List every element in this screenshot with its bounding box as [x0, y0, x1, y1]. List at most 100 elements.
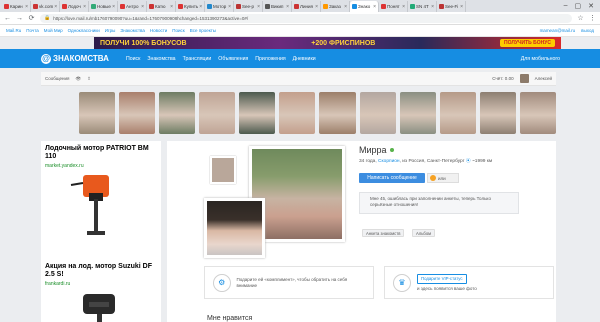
- close-icon[interactable]: ✕: [588, 2, 594, 10]
- nav-item[interactable]: Поиск: [126, 56, 140, 62]
- avatar[interactable]: [519, 74, 529, 83]
- tab-close-icon[interactable]: ×: [286, 4, 289, 10]
- messages-link[interactable]: Сообщения: [45, 76, 69, 81]
- browser-tab[interactable]: Знако ×: [350, 1, 379, 12]
- reload-icon[interactable]: ⟳: [28, 14, 35, 22]
- tab-close-icon[interactable]: ×: [402, 4, 405, 10]
- browser-tab[interactable]: See-p ×: [234, 1, 263, 12]
- tab-close-icon[interactable]: ×: [112, 4, 115, 10]
- forward-icon[interactable]: →: [16, 15, 23, 22]
- compliment-promo[interactable]: ⚙ Подарите ей «комплимент», чтобы обрати…: [204, 266, 374, 299]
- portal-link[interactable]: Все проекты: [190, 28, 216, 33]
- tab-close-icon[interactable]: ×: [25, 4, 28, 10]
- tab-close-icon[interactable]: ×: [83, 4, 86, 10]
- browser-tab[interactable]: Лодоч ×: [60, 1, 89, 12]
- browser-tab[interactable]: Катю ×: [147, 1, 176, 12]
- user-photo-thumbnail[interactable]: [279, 92, 316, 134]
- ad-title[interactable]: Лодочный мотор PATRIOT BM 110: [41, 141, 161, 161]
- portal-link[interactable]: Новости: [150, 28, 167, 33]
- maximize-icon[interactable]: ▢: [575, 2, 582, 10]
- tab-close-icon[interactable]: ×: [431, 4, 434, 10]
- tab-dating-profile[interactable]: Анкета знакомств: [362, 229, 405, 237]
- user-photo-thumbnail[interactable]: [399, 92, 436, 134]
- tab-close-icon[interactable]: ×: [373, 4, 376, 10]
- smile-button[interactable]: или: [427, 173, 459, 183]
- portal-link[interactable]: Поиск: [172, 28, 184, 33]
- nav-item[interactable]: Знакомства: [147, 56, 175, 62]
- vip-promo[interactable]: ♛ Подарите VIP-статус и здесь появится ва…: [384, 266, 554, 299]
- user-photo-thumbnail[interactable]: [359, 92, 396, 134]
- browser-tab[interactable]: Линия ×: [292, 1, 321, 12]
- user-photo-thumbnail[interactable]: [479, 92, 516, 134]
- window-controls[interactable]: – ▢ ✕: [558, 2, 600, 10]
- profile-secondary-photo[interactable]: [204, 198, 265, 258]
- back-icon[interactable]: ←: [4, 15, 11, 22]
- logout-link[interactable]: выход: [581, 28, 594, 33]
- user-photo-thumbnail[interactable]: [519, 92, 556, 134]
- minimize-icon[interactable]: –: [564, 2, 568, 10]
- balance-text[interactable]: Счёт: 0.00: [492, 76, 513, 81]
- user-photo-thumbnail[interactable]: [319, 92, 356, 134]
- portal-link[interactable]: Игры: [105, 28, 116, 33]
- mobile-link[interactable]: Для мобильного: [521, 56, 560, 62]
- suzuki-motor-image[interactable]: [71, 292, 131, 322]
- tab-album[interactable]: Альбом: [412, 229, 436, 237]
- ad-block[interactable]: Акция на лод. мотор Suzuki DF 2.5 S! fra…: [41, 259, 161, 322]
- nav-item[interactable]: Приложения: [255, 56, 285, 62]
- browser-tab[interactable]: vk.com ×: [31, 1, 60, 12]
- banner-button[interactable]: ПОЛУЧИТЬ БОНУС: [500, 39, 555, 47]
- vip-button[interactable]: Подарите VIP-статус: [417, 273, 467, 284]
- user-photo-thumbnail[interactable]: [199, 92, 236, 134]
- browser-tab[interactable]: Купить ×: [176, 1, 205, 12]
- tab-close-icon[interactable]: ×: [344, 4, 347, 10]
- url-field[interactable]: 🔒 https://love.mail.ru/mb1760790090?uu=1&…: [40, 13, 572, 23]
- user-photo-thumbnail[interactable]: [79, 92, 116, 134]
- favicon-icon: [410, 4, 415, 9]
- tab-close-icon[interactable]: ×: [199, 4, 202, 10]
- portal-link[interactable]: Mail.Ru: [6, 28, 21, 33]
- portal-link[interactable]: Одноклассники: [68, 28, 100, 33]
- ad-url[interactable]: market.yandex.ru: [41, 161, 161, 171]
- nav-item[interactable]: Дневники: [293, 56, 316, 62]
- menu-icon[interactable]: ⋮: [589, 14, 596, 22]
- browser-tab[interactable]: See-Fi ×: [437, 1, 466, 12]
- browser-tab[interactable]: Карин ×: [2, 1, 31, 12]
- user-photo-thumbnail[interactable]: [119, 92, 156, 134]
- browser-tab[interactable]: SN 4Т ×: [408, 1, 437, 12]
- user-photo-thumbnail[interactable]: [239, 92, 276, 134]
- tab-close-icon[interactable]: ×: [257, 4, 260, 10]
- user-photo-thumbnail[interactable]: [439, 92, 476, 134]
- ad-block[interactable]: Лодочный мотор PATRIOT BM 110 market.yan…: [41, 141, 161, 245]
- tab-close-icon[interactable]: ×: [141, 4, 144, 10]
- star-icon[interactable]: ☆: [577, 14, 584, 22]
- browser-tab[interactable]: Викип ×: [263, 1, 292, 12]
- user-photo-thumbnail[interactable]: [159, 92, 196, 134]
- portal-link[interactable]: Почта: [26, 28, 39, 33]
- tab-close-icon[interactable]: ×: [170, 4, 173, 10]
- nav-item[interactable]: Трансляции: [183, 56, 212, 62]
- tab-close-icon[interactable]: ×: [54, 4, 57, 10]
- write-message-button[interactable]: Написать сообщение: [359, 173, 425, 183]
- ad-title[interactable]: Акция на лод. мотор Suzuki DF 2.5 S!: [41, 259, 161, 279]
- browser-tab[interactable]: Понят ×: [379, 1, 408, 12]
- user-name[interactable]: Алексей: [535, 76, 552, 81]
- ad-banner[interactable]: ПОЛУЧИ 100% БОНУСОВ +200 ФРИСПИНОВ ПОЛУЧ…: [94, 37, 561, 49]
- tab-close-icon[interactable]: ×: [315, 4, 318, 10]
- tab-close-icon[interactable]: ×: [228, 4, 231, 10]
- boat-motor-image[interactable]: [61, 173, 131, 243]
- portal-link[interactable]: Мой Мир: [44, 28, 63, 33]
- site-logo[interactable]: @ ЗНАКОМСТВА: [41, 53, 109, 64]
- profile-thumbnail[interactable]: [210, 156, 236, 184]
- browser-tab[interactable]: Заказ ×: [321, 1, 350, 12]
- portal-link[interactable]: Знакомства: [120, 28, 144, 33]
- browser-tab[interactable]: Мотор ×: [205, 1, 234, 12]
- zodiac-link[interactable]: Скорпион: [378, 159, 400, 164]
- browser-tab[interactable]: Антро ×: [118, 1, 147, 12]
- nav-item[interactable]: Объявления: [218, 56, 248, 62]
- eye-icon[interactable]: 👁: [75, 76, 81, 82]
- user-email[interactable]: mamean@mail.ru: [540, 28, 576, 33]
- upload-icon[interactable]: ⇪: [87, 76, 91, 82]
- browser-tab[interactable]: Новые ×: [89, 1, 118, 12]
- ad-url[interactable]: frankardi.ru: [41, 279, 161, 289]
- tab-close-icon[interactable]: ×: [460, 4, 463, 10]
